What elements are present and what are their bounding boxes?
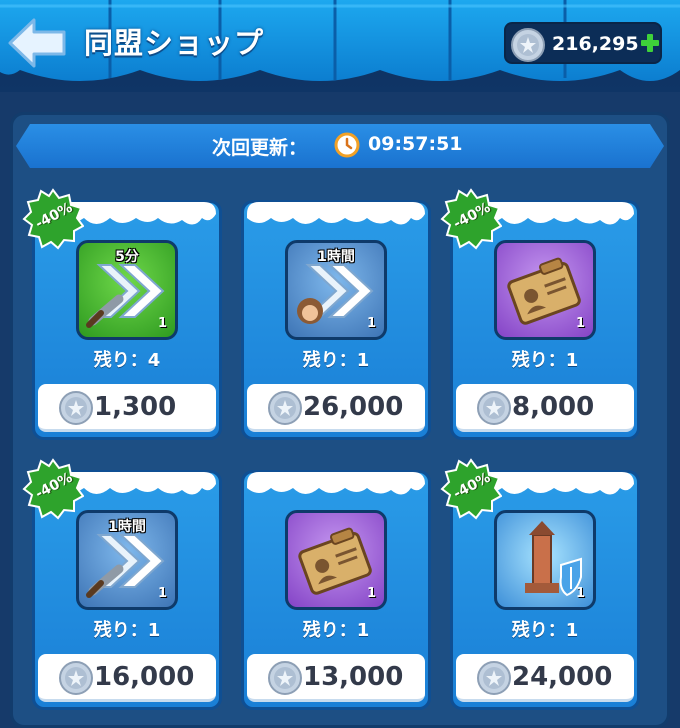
price-value: 26,000 — [303, 392, 404, 422]
remaining-count: 残り：4 — [93, 350, 161, 371]
price-value: 24,000 — [512, 662, 613, 692]
buy-button[interactable]: 24,000 — [456, 654, 634, 702]
refresh-timer-label: 次回更新： — [212, 137, 308, 159]
remaining-count: 残り：1 — [302, 620, 370, 641]
currency-amount: 216,295 — [552, 33, 639, 55]
shop-item-card[interactable]: 1時間 1 残り：1 16,000 -40% — [22, 458, 222, 710]
item-icon-frame: 5分 1 — [76, 240, 178, 340]
item-quantity: 1 — [366, 586, 376, 601]
silver-coin-icon — [59, 391, 93, 425]
silver-coin-icon — [268, 391, 302, 425]
shop-item-card[interactable]: 1時間 1 残り：1 26,000 — [241, 200, 431, 440]
remaining-count: 残り：1 — [93, 620, 161, 641]
item-icon-frame: 1 — [285, 510, 387, 610]
shop-item-card[interactable]: 5分 1 残り：4 1,300 -40% — [22, 188, 222, 440]
remaining-count: 残り：1 — [511, 350, 579, 371]
item-icon-frame: 1 — [494, 510, 596, 610]
item-icon-frame: 1時間 1 — [76, 510, 178, 610]
silver-coin-icon — [477, 391, 511, 425]
buy-button[interactable]: 8,000 — [456, 384, 634, 432]
item-quantity: 1 — [366, 316, 376, 331]
shop-item-card[interactable]: 1 残り：1 8,000 -40% — [440, 188, 640, 440]
item-duration-label: 1時間 — [317, 249, 355, 265]
buy-button[interactable]: 26,000 — [247, 384, 425, 432]
silver-coin-icon — [477, 661, 511, 695]
price-value: 16,000 — [94, 662, 195, 692]
item-quantity: 1 — [575, 316, 585, 331]
silver-coin-icon — [59, 661, 93, 695]
snow-cap — [247, 202, 425, 225]
clock-icon — [334, 132, 360, 158]
silver-coin-icon — [268, 661, 302, 695]
item-duration-label: 5分 — [115, 249, 139, 265]
buy-button[interactable]: 1,300 — [38, 384, 216, 432]
silver-coin-icon — [511, 28, 545, 62]
item-icon-frame: 1時間 1 — [285, 240, 387, 340]
price-value: 13,000 — [303, 662, 404, 692]
plus-icon[interactable] — [639, 32, 661, 54]
item-icon-frame: 1 — [494, 240, 596, 340]
snow-cap — [247, 472, 425, 495]
refresh-timer-value: 09:57:51 — [368, 133, 463, 155]
price-value: 8,000 — [512, 392, 595, 422]
item-quantity: 1 — [575, 586, 585, 601]
remaining-count: 残り：1 — [511, 620, 579, 641]
item-quantity: 1 — [157, 316, 167, 331]
item-duration-label: 1時間 — [108, 519, 146, 535]
page-title: 同盟ショップ — [84, 26, 265, 60]
buy-button[interactable]: 16,000 — [38, 654, 216, 702]
price-value: 1,300 — [94, 392, 177, 422]
shop-item-card[interactable]: 1 残り：1 13,000 — [241, 470, 431, 710]
shop-item-card[interactable]: 1 残り：1 24,000 -40% — [440, 458, 640, 710]
header-bar: 同盟ショップ 216,295 — [0, 0, 680, 92]
buy-button[interactable]: 13,000 — [247, 654, 425, 702]
remaining-count: 残り：1 — [302, 350, 370, 371]
currency-display: 216,295 — [504, 22, 662, 64]
item-quantity: 1 — [157, 586, 167, 601]
back-arrow-icon[interactable] — [6, 14, 70, 72]
